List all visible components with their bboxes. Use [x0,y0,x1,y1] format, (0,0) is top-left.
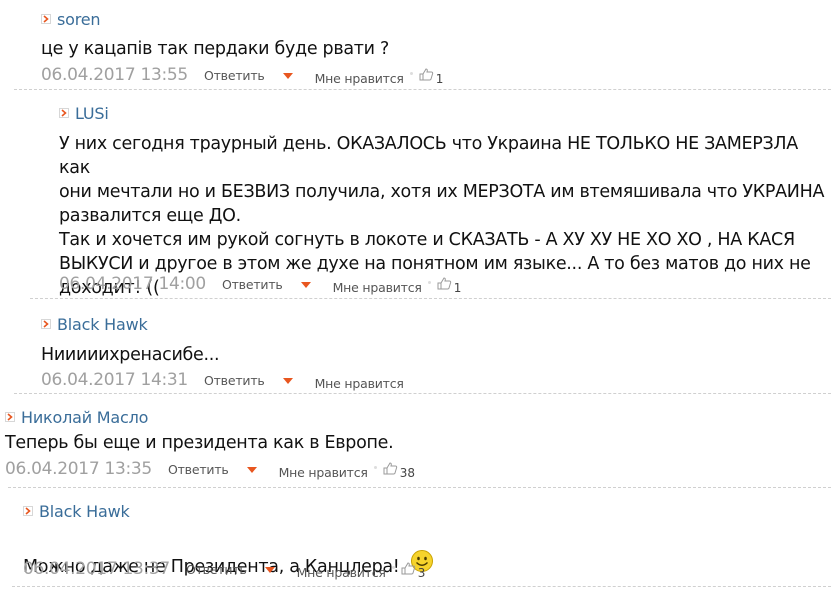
dropdown-arrow-icon[interactable] [246,467,257,473]
thumbs-up-icon[interactable] [419,67,434,81]
reply-arrow-icon [59,108,69,118]
comment: Black Hawk Нииииихренасибе... 06.04.2017… [41,314,831,391]
like-count: 3 [417,566,426,580]
dropdown-arrow-icon[interactable] [264,567,275,573]
comment-separator [8,487,831,488]
reply-arrow-icon [41,14,51,24]
comment-date: 06.04.2017 13:37 [23,559,170,579]
dropdown-arrow-icon[interactable] [282,378,293,384]
comment-meta: 06.04.2017 13:37 Ответить Мне нравится 3 [23,559,426,580]
separator-dot [391,565,395,569]
comment-date: 06.04.2017 13:35 [5,459,152,479]
reply-button[interactable]: Ответить [204,68,265,83]
comment-meta: 06.04.2017 13:55 Ответить Мне нравится 1 [41,65,444,86]
comment-separator [30,298,831,299]
separator-dot [373,465,377,469]
separator-dot [427,280,431,284]
like-button[interactable]: Мне нравится [297,565,386,580]
comment-meta: 06.04.2017 13:35 Ответить Мне нравится 3… [5,459,416,480]
comment-separator [12,586,831,587]
dropdown-arrow-icon[interactable] [300,282,311,288]
reply-button[interactable]: Ответить [204,373,265,388]
like-button[interactable]: Мне нравится [333,280,422,295]
comment-text: Нииииихренасибе... [41,345,220,365]
comment-separator [14,393,831,394]
like-button[interactable]: Мне нравится [315,71,404,86]
reply-button[interactable]: Ответить [222,277,283,292]
comment-date: 06.04.2017 14:00 [59,274,206,294]
comment-header: LUSi [59,103,109,123]
thumbs-up-icon[interactable] [401,561,416,575]
author-link[interactable]: Black Hawk [57,315,148,334]
reply-arrow-icon [41,319,51,329]
separator-dot [409,71,413,75]
comment-header: Black Hawk [41,314,148,334]
comment: Black Hawk Можно даже не Президента, а К… [23,501,831,583]
comment-header: Black Hawk [23,501,130,521]
like-count: 38 [399,466,416,480]
comment-meta: 06.04.2017 14:31 Ответить Мне нравится [41,370,404,391]
comment-text: Теперь бы еще и президента как в Европе. [5,433,394,453]
like-count: 1 [435,72,444,86]
thumbs-up-icon[interactable] [383,461,398,475]
comment: LUSi У них сегодня траурный день. ОКАЗАЛ… [59,103,831,298]
comment-header: soren [41,9,101,29]
comment-separator [14,89,831,90]
reply-arrow-icon [5,412,15,422]
comment-text: це у кацапів так пердаки буде рвати ? [41,39,390,59]
dropdown-arrow-icon[interactable] [282,73,293,79]
comment-date: 06.04.2017 14:31 [41,370,188,390]
thumbs-up-icon[interactable] [437,276,452,290]
reply-button[interactable]: Ответить [186,562,247,577]
comment-date: 06.04.2017 13:55 [41,65,188,85]
author-link[interactable]: soren [57,10,101,29]
like-button[interactable]: Мне нравится [315,376,404,391]
author-link[interactable]: LUSi [75,104,109,123]
comment-meta: 06.04.2017 14:00 Ответить Мне нравится 1 [59,274,462,295]
comment-header: Николай Масло [5,407,148,427]
like-count: 1 [453,281,462,295]
comment: Николай Масло Теперь бы еще и президента… [5,407,831,485]
reply-button[interactable]: Ответить [168,462,229,477]
author-link[interactable]: Black Hawk [39,502,130,521]
author-link[interactable]: Николай Масло [21,408,148,427]
reply-arrow-icon [23,506,33,516]
comment: soren це у кацапів так пердаки буде рват… [41,9,831,87]
like-button[interactable]: Мне нравится [279,465,368,480]
